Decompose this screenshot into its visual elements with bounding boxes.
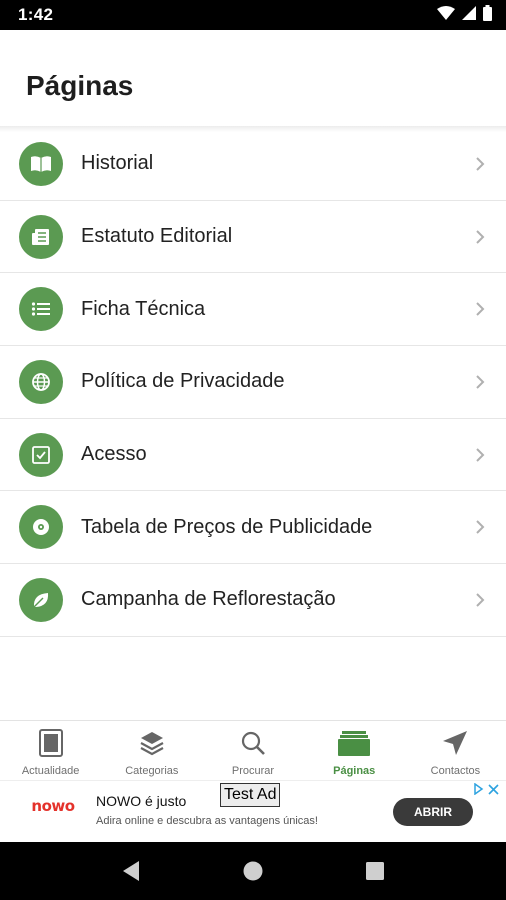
menu-item-label: Campanha de Reflorestação (81, 588, 336, 611)
ad-close-icon[interactable] (488, 782, 499, 800)
page-header: Páginas (0, 30, 506, 128)
page-title: Páginas (26, 70, 134, 101)
ad-choices[interactable] (472, 782, 502, 800)
leaf-icon (19, 577, 63, 622)
list-icon (19, 287, 63, 332)
status-time: 1:42 (18, 5, 54, 24)
status-bar: 1:42 (0, 0, 506, 30)
chevron-right-icon (470, 227, 490, 247)
checkbox-icon (19, 432, 63, 477)
nav-label: Categorias (125, 765, 179, 777)
chevron-right-icon (470, 517, 490, 537)
nav-tab-procurar[interactable]: Procurar (202, 721, 303, 780)
globe-icon (19, 359, 63, 404)
chevron-right-icon (470, 154, 490, 174)
nav-label: Procurar (231, 765, 275, 777)
ad-title: NOWO é justo (96, 793, 187, 809)
test-ad-label: Test Ad (220, 783, 281, 807)
newspaper-nav-icon (35, 727, 67, 759)
menu-item-campanha-reflorestacao[interactable]: Campanha de Reflorestação (0, 564, 506, 637)
disc-icon (19, 505, 63, 550)
book-icon (19, 141, 63, 186)
menu-item-label: Estatuto Editorial (81, 225, 233, 248)
send-icon (439, 727, 471, 759)
nav-tab-contactos[interactable]: Contactos (405, 721, 506, 780)
pages-icon (338, 727, 371, 759)
chevron-right-icon (470, 590, 490, 610)
menu-item-label: Tabela de Preços de Publicidade (81, 515, 373, 538)
menu-item-tabela-precos[interactable]: Tabela de Preços de Publicidade (0, 491, 506, 565)
signal-icon (462, 5, 476, 25)
ad-logo-text: nowo (31, 797, 75, 815)
chevron-right-icon (470, 445, 490, 465)
ad-subtitle: Adira online e descubra as vantagens úni… (96, 815, 318, 827)
bottom-nav: Actualidade Categorias Procurar Páginas … (0, 720, 506, 780)
ad-choices-icon[interactable] (472, 782, 484, 800)
menu-item-label: Política de Privacidade (81, 370, 285, 393)
nav-tab-paginas[interactable]: Páginas (304, 721, 405, 780)
nav-label: Páginas (333, 765, 376, 777)
menu-item-acesso[interactable]: Acesso (0, 419, 506, 492)
back-icon[interactable] (111, 851, 151, 891)
menu-item-politica-privacidade[interactable]: Política de Privacidade (0, 346, 506, 419)
system-nav-bar (0, 842, 506, 900)
nav-tab-categorias[interactable]: Categorias (101, 721, 202, 780)
wifi-icon (437, 5, 455, 25)
search-icon (237, 727, 269, 759)
menu-item-estatuto-editorial[interactable]: Estatuto Editorial (0, 201, 506, 274)
battery-icon (483, 4, 492, 26)
ad-banner[interactable]: nowo NOWO é justo Adira online e descubr… (0, 780, 506, 842)
nav-label: Contactos (430, 765, 481, 777)
home-icon[interactable] (233, 851, 273, 891)
status-icons (437, 4, 492, 26)
newspaper-icon (19, 214, 63, 259)
chevron-right-icon (470, 299, 490, 319)
nav-tab-actualidade[interactable]: Actualidade (0, 721, 101, 780)
recents-icon[interactable] (355, 851, 395, 891)
chevron-right-icon (470, 372, 490, 392)
ad-open-button[interactable]: ABRIR (393, 798, 473, 826)
menu-item-label: Ficha Técnica (81, 297, 206, 320)
menu-item-ficha-tecnica[interactable]: Ficha Técnica (0, 273, 506, 347)
menu-item-label: Acesso (81, 443, 147, 466)
pages-menu-list: Historial Estatuto Editorial Ficha Técni… (0, 128, 506, 637)
nav-label: Actualidade (21, 765, 80, 777)
layers-icon (136, 727, 168, 759)
ad-logo: nowo (30, 797, 76, 815)
menu-item-historial[interactable]: Historial (0, 128, 506, 201)
menu-item-label: Historial (81, 152, 154, 175)
